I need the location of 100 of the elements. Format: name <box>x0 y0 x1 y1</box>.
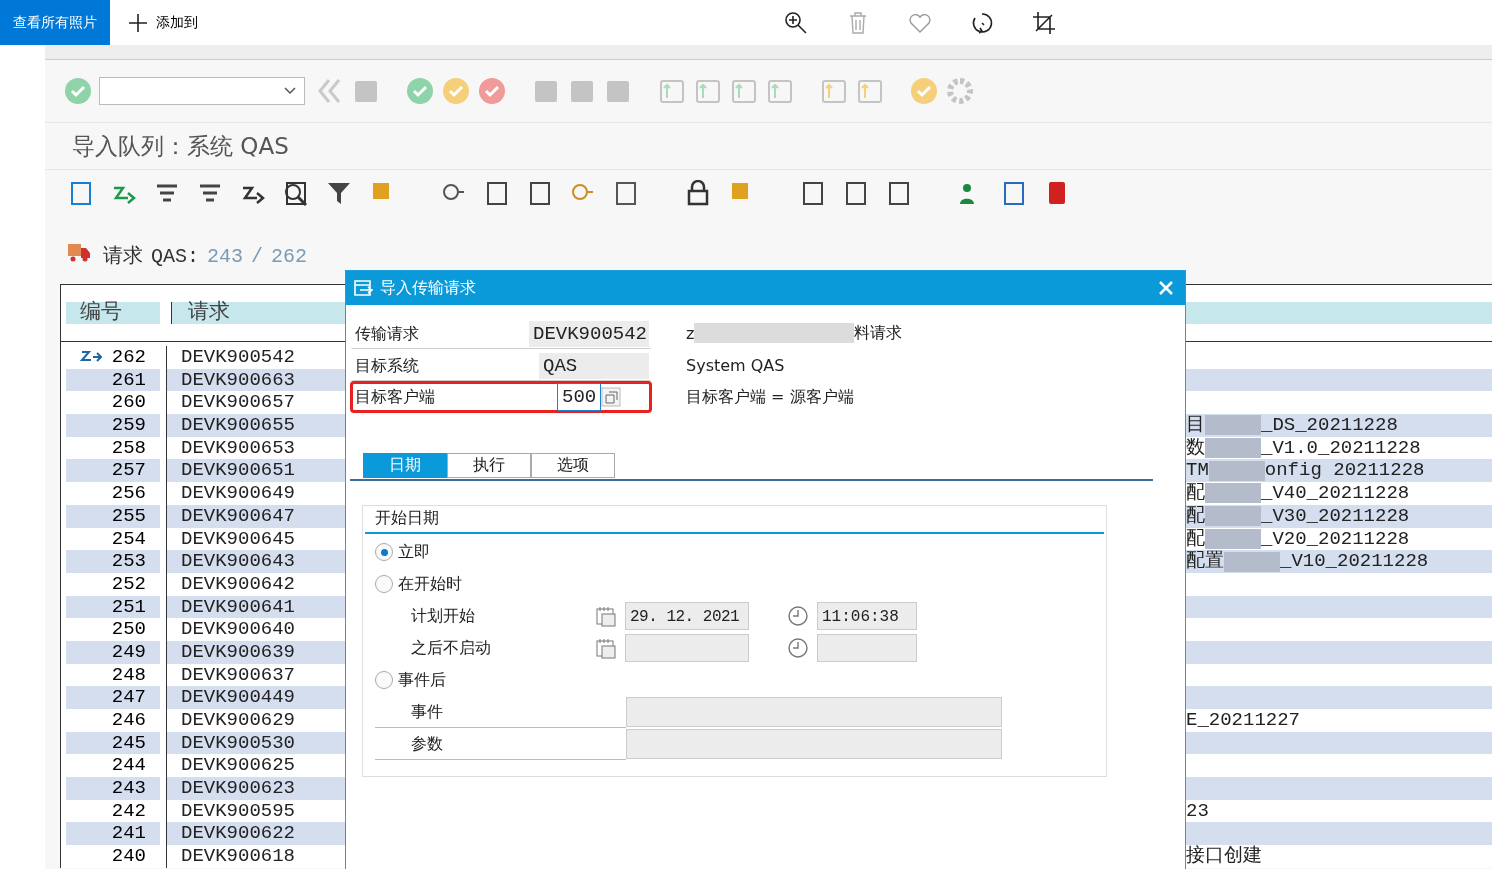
field-description: 料请求 <box>854 322 903 344</box>
number-cell: 258 <box>111 436 146 460</box>
description-cell: E_20211227 <box>1186 709 1301 732</box>
number-cell: 244 <box>111 754 146 778</box>
calendar-icon[interactable] <box>595 605 617 627</box>
number-cell: 240 <box>111 845 146 868</box>
number-cell: 260 <box>111 391 146 415</box>
count-separator: / <box>251 245 264 268</box>
add-to-button[interactable]: 添加到 <box>122 11 204 34</box>
number-cell: 241 <box>111 822 146 846</box>
blurred-patch <box>1205 506 1261 527</box>
radio-button[interactable] <box>375 671 393 689</box>
number-cell: 256 <box>111 482 146 505</box>
number-cell: 251 <box>111 595 146 619</box>
field-label: 传输请求 <box>354 323 420 345</box>
description-cell: _V20_20211228 <box>1261 527 1410 551</box>
clock-icon[interactable] <box>787 605 809 627</box>
close-icon[interactable] <box>1159 281 1173 295</box>
readonly-field: DEVK900542 <box>529 321 649 347</box>
description-cell: 23 <box>1186 799 1209 823</box>
radio-button[interactable] <box>375 575 393 593</box>
number-cell: 253 <box>111 550 146 573</box>
description-cell: onfig 20211228 <box>1264 459 1425 483</box>
request-label: 请求 <box>103 244 143 269</box>
readonly-field: QAS <box>539 353 649 379</box>
number-cell: 247 <box>111 686 146 709</box>
total-count: 262 <box>271 245 308 268</box>
number-cell: 252 <box>111 572 146 596</box>
number-cell: 250 <box>111 618 146 641</box>
up-icon[interactable] <box>441 76 471 106</box>
tab[interactable]: 选项 <box>531 453 615 478</box>
number-cell: 255 <box>111 504 146 528</box>
number-cell: 242 <box>111 799 146 823</box>
field-description: System QAS <box>686 355 785 375</box>
zoom-icon[interactable] <box>283 180 309 206</box>
number-cell: 245 <box>111 731 146 755</box>
radio-label: 在开始时 <box>398 573 462 595</box>
number-cell: 262 <box>111 346 146 369</box>
dropdown-caret-icon[interactable] <box>284 87 296 95</box>
blurred-patch <box>1205 483 1261 504</box>
time-field[interactable] <box>817 634 917 662</box>
blurred-patch <box>1205 438 1261 459</box>
screen-title: 导入队列：系统 QAS <box>72 131 289 161</box>
description-cell: _V10_20211228 <box>1280 550 1429 573</box>
description-cell: 配 <box>1186 504 1205 528</box>
rotate-icon[interactable] <box>970 10 994 35</box>
check-icon[interactable] <box>63 76 93 106</box>
description-cell: 数 <box>1186 436 1205 460</box>
value-help-icon[interactable] <box>601 387 622 407</box>
gear-icon[interactable] <box>945 76 975 106</box>
blurred-patch <box>1205 415 1261 436</box>
system-label: QAS: <box>151 245 199 268</box>
radio-label: 立即 <box>398 541 430 563</box>
number-cell: 249 <box>111 640 146 664</box>
description-cell: 配 <box>1186 482 1205 505</box>
description-cell: _V30_20211228 <box>1261 504 1410 528</box>
crop-icon[interactable] <box>1032 10 1056 35</box>
tab[interactable]: 执行 <box>447 453 531 478</box>
blurred-patch <box>1205 528 1261 549</box>
lock-icon[interactable] <box>685 180 711 206</box>
column-header: 编号 <box>66 302 160 324</box>
field-label: 目标系统 <box>354 355 420 377</box>
time-field[interactable]: 11:06:38 <box>817 602 917 630</box>
dialog-title: 导入传输请求 <box>380 277 476 299</box>
description-cell: _V1.0_20211228 <box>1261 436 1421 460</box>
description-cell: TM <box>1186 459 1209 483</box>
field-description: z <box>686 323 695 343</box>
date-field[interactable]: 29. 12. 2021 <box>625 602 749 630</box>
blurred-patch <box>1224 551 1280 572</box>
number-cell: 248 <box>111 663 146 687</box>
funnel-icon[interactable] <box>326 180 352 206</box>
number-cell: 246 <box>111 709 146 732</box>
number-cell: 259 <box>111 414 146 437</box>
description-cell: _V40_20211228 <box>1261 482 1410 505</box>
number-cell: 243 <box>111 777 146 800</box>
input-field[interactable] <box>626 697 1002 727</box>
command-field[interactable] <box>99 77 305 105</box>
description-cell: _DS_20211228 <box>1261 414 1398 437</box>
client-input-field[interactable]: 500 <box>557 383 602 411</box>
zoom-in-icon[interactable] <box>784 10 808 35</box>
date-field[interactable] <box>625 634 749 662</box>
radio-button[interactable] <box>375 543 393 561</box>
calendar-icon[interactable] <box>595 637 617 659</box>
current-count: 243 <box>207 245 244 268</box>
field-label: 目标客户端 <box>354 386 436 408</box>
input-field[interactable] <box>626 729 1002 759</box>
radio-label: 事件后 <box>398 669 446 691</box>
field-label: 计划开始 <box>410 605 476 627</box>
number-cell: 261 <box>111 368 146 392</box>
description-cell: 目 <box>1186 414 1205 437</box>
blurred-patch <box>1208 460 1265 481</box>
back-icon[interactable] <box>405 76 435 106</box>
description-cell: 接口创建 <box>1186 845 1262 868</box>
clock-icon[interactable] <box>787 637 809 659</box>
description-cell-text: 配 <box>1186 527 1205 550</box>
view-all-photos-button[interactable]: 查看所有照片 <box>0 0 110 45</box>
number-cell: 254 <box>111 527 146 551</box>
window-arrow-icon <box>354 280 374 296</box>
field-label: 之后不启动 <box>410 637 492 659</box>
description-cell: 配置 <box>1186 550 1224 573</box>
